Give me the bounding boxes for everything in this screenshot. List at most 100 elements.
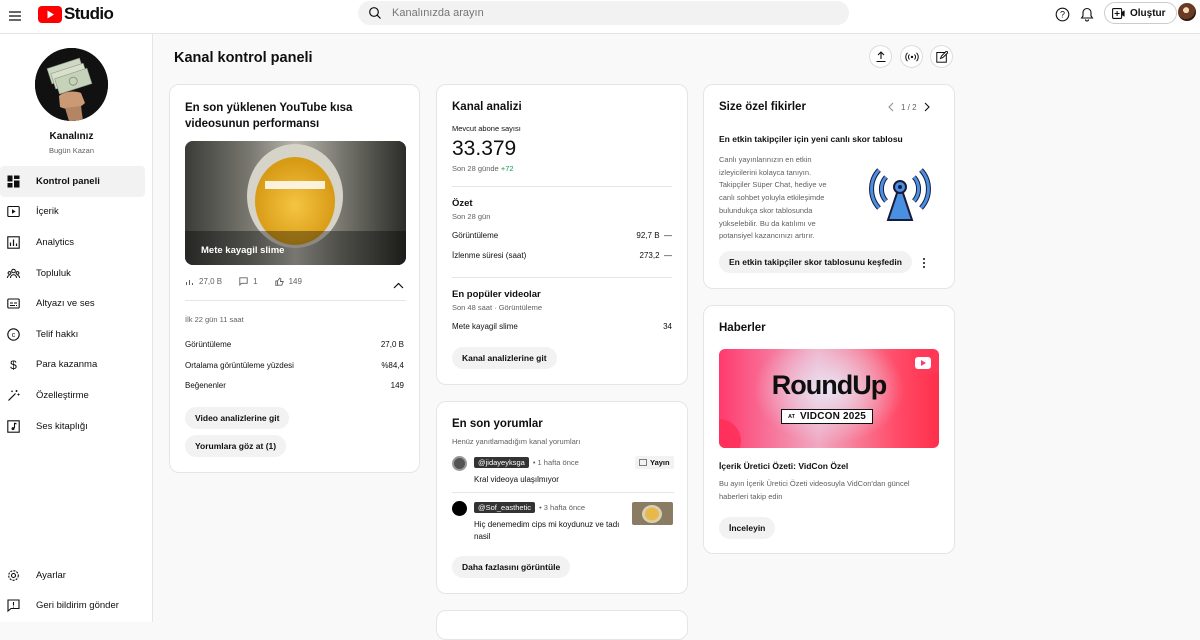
sidebar-item-dashboard[interactable]: Kontrol paneli bbox=[0, 166, 145, 197]
news-explore-button[interactable]: İnceleyin bbox=[719, 517, 776, 539]
summary-row-views: Görüntüleme 92,7 B — bbox=[452, 231, 672, 240]
subscribers-period-text: Son 28 günde bbox=[452, 164, 499, 173]
live-leaderboard-illustration bbox=[869, 158, 931, 231]
sidebar-item-settings[interactable]: Ayarlar bbox=[0, 560, 145, 591]
short-period: İlk 22 gün 11 saat bbox=[185, 315, 244, 324]
see-comments-button[interactable]: Yorumlara göz at (1) bbox=[185, 435, 287, 457]
sidebar-item-copyright[interactable]: c Telif hakkı bbox=[0, 319, 145, 350]
banner-at-text: AT bbox=[788, 413, 795, 420]
news-banner[interactable]: RoundUp AT VIDCON 2025 bbox=[719, 349, 939, 448]
create-button[interactable]: Oluştur bbox=[1104, 2, 1177, 24]
explore-leaderboard-button[interactable]: En etkin takipçiler skor tablosunu keşfe… bbox=[719, 251, 912, 273]
short-comments: 1 bbox=[253, 277, 258, 286]
sidebar-item-label: Ses kitaplığı bbox=[36, 420, 88, 432]
video-analytics-button[interactable]: Video analizlerine git bbox=[185, 407, 290, 429]
comment-author[interactable]: @Sof_easthetic bbox=[474, 502, 536, 513]
hamburger-menu-icon[interactable] bbox=[6, 7, 24, 25]
banner-event-text: VIDCON 2025 bbox=[799, 411, 867, 422]
sidebar-item-label: Özelleştirme bbox=[36, 389, 89, 401]
chevron-left-icon[interactable] bbox=[887, 102, 895, 112]
sidebar-item-feedback[interactable]: Geri bildirim gönder bbox=[0, 591, 145, 622]
comment-source-badge: Yayın bbox=[635, 456, 674, 469]
commenter-avatar[interactable] bbox=[452, 501, 467, 516]
search-bar[interactable] bbox=[358, 1, 849, 25]
top-video-row[interactable]: Mete kayagil slime 34 bbox=[452, 322, 672, 331]
summary-period: Son 28 gün bbox=[452, 212, 491, 221]
row-label: İzlenme süresi (saat) bbox=[452, 251, 527, 260]
comments-subtitle: Henüz yanıtlamadığım kanal yorumları bbox=[452, 437, 581, 446]
row-label: Görüntüleme bbox=[185, 340, 232, 349]
sidebar: Kanalınız Bugün Kazan Kontrol paneli İçe… bbox=[0, 34, 153, 622]
comment-time: • 1 hafta önce bbox=[532, 458, 579, 467]
more-options-icon[interactable] bbox=[921, 256, 927, 274]
channel-name: Kanalınız bbox=[49, 131, 94, 142]
channel-analytics-card: Kanal analizi Mevcut abone sayısı 33.379… bbox=[436, 84, 688, 385]
account-avatar[interactable] bbox=[1178, 3, 1196, 21]
upload-button[interactable] bbox=[869, 45, 892, 68]
view-more-comments-button[interactable]: Daha fazlasını görüntüle bbox=[452, 556, 571, 578]
comment-video-thumbnail[interactable] bbox=[632, 502, 673, 525]
feedback-icon bbox=[7, 599, 20, 613]
summary-title: Özet bbox=[452, 198, 473, 209]
ideas-title: Size özel fikirler bbox=[719, 101, 806, 113]
row-label: Ortalama görüntüleme yüzdesi bbox=[185, 361, 294, 370]
notifications-bell-icon[interactable] bbox=[1078, 5, 1096, 23]
sidebar-item-label: Ayarlar bbox=[36, 569, 66, 581]
divider bbox=[452, 186, 672, 187]
banner-main-text: RoundUp bbox=[771, 370, 887, 400]
sidebar-item-subtitles[interactable]: Altyazı ve ses bbox=[0, 288, 145, 319]
top-videos-period: Son 48 saat · Görüntüleme bbox=[452, 303, 543, 312]
sidebar-item-label: Topluluk bbox=[36, 267, 71, 279]
row-trend: — bbox=[664, 231, 672, 240]
sidebar-item-label: İçerik bbox=[36, 206, 59, 218]
sidebar-item-label: Telif hakkı bbox=[36, 328, 79, 340]
search-icon bbox=[369, 7, 381, 19]
subscribers-period: Son 28 günde +72 bbox=[452, 164, 514, 173]
partial-card bbox=[436, 610, 688, 640]
commenter-avatar[interactable] bbox=[452, 456, 467, 471]
channel-subtitle: Bugün Kazan bbox=[48, 146, 95, 155]
short-thumbnail[interactable]: Mete kayagil slime bbox=[185, 141, 406, 265]
row-value: 273,2 bbox=[639, 251, 660, 260]
analytics-title: Kanal analizi bbox=[452, 101, 522, 113]
sidebar-item-community[interactable]: Topluluk bbox=[0, 258, 145, 289]
search-input[interactable] bbox=[392, 7, 792, 19]
row-value: 27,0 B bbox=[380, 340, 404, 349]
sidebar-item-monetization[interactable]: $ Para kazanma bbox=[0, 350, 145, 381]
sidebar-item-content[interactable]: İçerik bbox=[0, 197, 145, 228]
row-label: Beğenenler bbox=[185, 381, 226, 390]
row-value-group: 273,2 — bbox=[640, 251, 672, 260]
go-live-button[interactable] bbox=[900, 45, 923, 68]
short-row-views: Görüntüleme 27,0 B bbox=[185, 340, 404, 349]
row-value: 92,7 B bbox=[636, 231, 660, 240]
youtube-studio-logo[interactable]: Studio bbox=[38, 4, 114, 24]
channel-avatar[interactable] bbox=[35, 48, 108, 121]
comment-time: • 3 hafta önce bbox=[539, 503, 586, 512]
help-icon[interactable]: ? bbox=[1053, 5, 1071, 23]
ideas-pager: 1 / 2 bbox=[887, 102, 931, 112]
channel-analytics-button[interactable]: Kanal analizlerine git bbox=[452, 347, 557, 369]
sidebar-item-customization[interactable]: Özelleştirme bbox=[0, 380, 145, 411]
subscribers-value: 33.379 bbox=[452, 137, 517, 160]
logo-text: Studio bbox=[64, 4, 114, 23]
create-post-button[interactable] bbox=[930, 45, 953, 68]
thumbs-up-icon bbox=[274, 277, 284, 286]
sidebar-bottom-nav: Ayarlar Geri bildirim gönder bbox=[0, 560, 153, 621]
dashboard-icon bbox=[7, 175, 20, 188]
analytics-icon bbox=[7, 236, 20, 249]
collapse-chevron-icon[interactable] bbox=[393, 277, 404, 295]
create-video-icon bbox=[1112, 7, 1125, 19]
top-bar: Studio ? Oluştur bbox=[0, 0, 1200, 34]
badge-label: Yayın bbox=[650, 458, 670, 467]
chevron-right-icon[interactable] bbox=[923, 102, 931, 112]
sidebar-item-analytics[interactable]: Analytics bbox=[0, 227, 145, 258]
divider bbox=[452, 492, 674, 493]
short-row-avg-view-percent: Ortalama görüntüleme yüzdesi %84,4 bbox=[185, 361, 404, 370]
news-title: Haberler bbox=[719, 322, 766, 334]
edit-post-icon bbox=[935, 50, 948, 63]
summary-row-watch-time: İzlenme süresi (saat) 273,2 — bbox=[452, 251, 672, 260]
comment-author[interactable]: @jidayeyksga bbox=[474, 457, 529, 468]
content-icon bbox=[7, 205, 20, 218]
news-body: Bu ayın İçerik Üretici Özeti videosuyla … bbox=[719, 479, 910, 501]
sidebar-item-audio-library[interactable]: Ses kitaplığı bbox=[0, 411, 145, 442]
